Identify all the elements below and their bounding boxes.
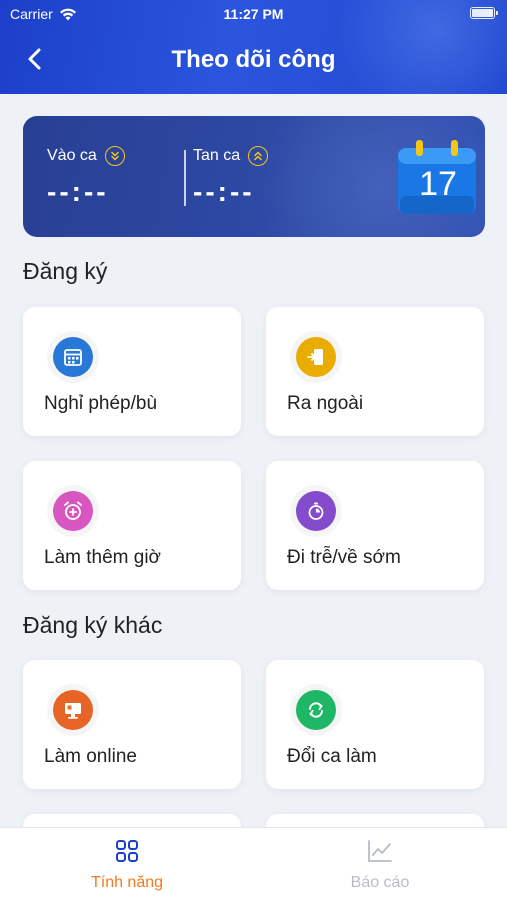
battery-icon — [470, 7, 498, 19]
monitor-icon — [47, 684, 99, 736]
tile-late-early[interactable]: Đi trễ/về sớm — [266, 461, 484, 590]
tile-go-out[interactable]: Ra ngoài — [266, 307, 484, 436]
section-title-register: Đăng ký — [23, 258, 108, 284]
status-time: 11:27 PM — [223, 6, 284, 22]
tile-online[interactable]: Làm online — [23, 660, 241, 789]
check-out-label: Tan ca — [193, 147, 241, 164]
check-in-block: Vào ca --:-- — [47, 146, 125, 208]
calendar-day: 17 — [419, 165, 457, 203]
bottom-nav: Tính năng Báo cáo — [0, 827, 507, 900]
exit-door-icon — [290, 331, 342, 383]
alarm-clock-icon — [47, 485, 99, 537]
double-chevron-down-icon — [104, 146, 125, 166]
shift-card: Vào ca --:-- Tan ca --:-- 17 — [23, 116, 485, 237]
nav-reports-label: Báo cáo — [350, 874, 410, 891]
tile-label: Ra ngoài — [287, 393, 364, 414]
tile-overtime[interactable]: Làm thêm giờ — [23, 461, 241, 590]
check-out-time: --:-- — [193, 176, 255, 207]
swap-icon — [290, 684, 342, 736]
calendar-icon — [47, 331, 99, 383]
app-header: Carrier 11:27 PM Theo dõi công — [0, 0, 507, 94]
tile-label: Đi trễ/về sớm — [287, 547, 401, 568]
shift-divider — [184, 150, 186, 206]
nav-features-label: Tính năng — [90, 874, 164, 891]
tile-leave[interactable]: Nghỉ phép/bù — [23, 307, 241, 436]
tile-label: Làm online — [44, 746, 137, 767]
timer-icon — [290, 485, 342, 537]
section-title-other: Đăng ký khác — [23, 612, 163, 638]
check-out-block: Tan ca --:-- — [193, 146, 269, 208]
calendar-icon: 17 — [394, 138, 482, 220]
status-bar: Carrier 11:27 PM — [0, 0, 507, 28]
nav-reports[interactable]: Báo cáo — [253, 828, 507, 900]
tile-label: Làm thêm giờ — [44, 547, 162, 568]
grid-icon — [116, 840, 138, 862]
nav-features[interactable]: Tính năng — [0, 828, 254, 900]
check-in-time: --:-- — [47, 176, 109, 207]
tile-label: Đổi ca làm — [287, 746, 377, 767]
tile-label: Nghỉ phép/bù — [44, 393, 158, 414]
line-chart-icon — [368, 840, 392, 862]
check-in-label: Vào ca — [47, 147, 97, 164]
page-title: Theo dõi công — [171, 46, 336, 73]
double-chevron-up-icon — [248, 146, 269, 166]
tile-shift-swap[interactable]: Đổi ca làm — [266, 660, 484, 789]
